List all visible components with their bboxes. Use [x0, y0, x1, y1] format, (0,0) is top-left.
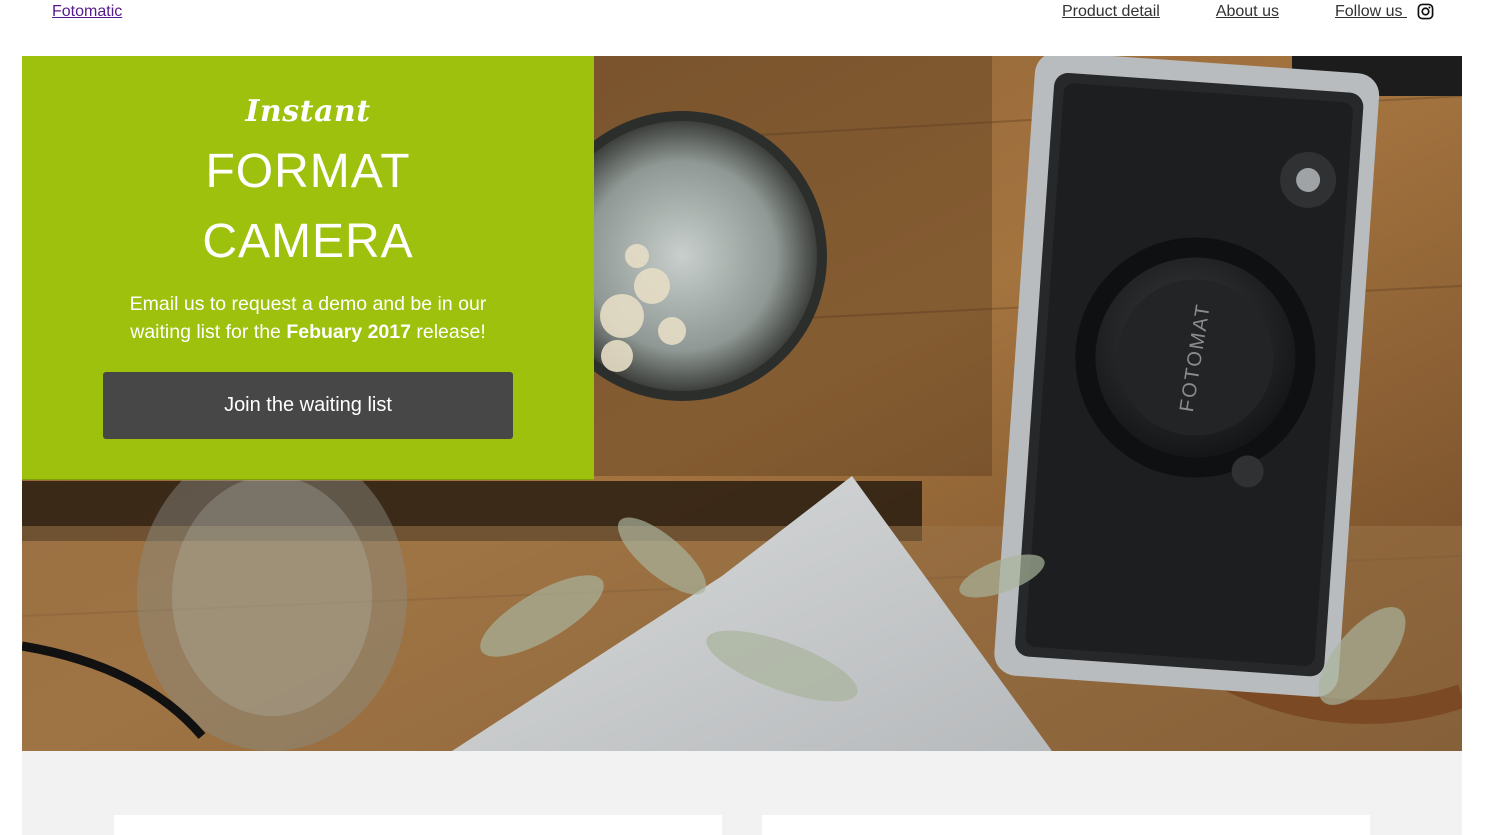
join-waiting-list-button[interactable]: Join the waiting list [103, 372, 513, 439]
hero-title-line1: FORMAT [205, 145, 411, 198]
nav-link-product-detail[interactable]: Product detail [1062, 3, 1160, 21]
feature-card [114, 815, 722, 835]
top-nav: Fotomatic Product detail About us Follow… [0, 0, 1485, 56]
hero-blurb: Email us to request a demo and be in our… [117, 290, 499, 346]
promo-panel: Instant FORMAT CAMERA Email us to reques… [22, 56, 594, 480]
feature-card [762, 815, 1370, 835]
nav-links: Product detail About us Follow us [1006, 3, 1434, 21]
hero-section: FOTOMAT Instant FORMAT CAMERA Email us t… [22, 56, 1462, 751]
hero-title-line2: CAMERA [202, 215, 414, 268]
brand-link[interactable]: Fotomatic [52, 3, 122, 21]
hero-eyebrow: Instant [245, 94, 371, 129]
nav-link-about-us[interactable]: About us [1216, 3, 1279, 21]
hero-blurb-post: release! [410, 321, 486, 343]
instagram-icon[interactable] [1417, 3, 1434, 20]
hero-blurb-bold: Febuary 2017 [286, 321, 411, 343]
features-section [22, 751, 1462, 835]
nav-link-follow-us[interactable]: Follow us [1335, 3, 1407, 21]
